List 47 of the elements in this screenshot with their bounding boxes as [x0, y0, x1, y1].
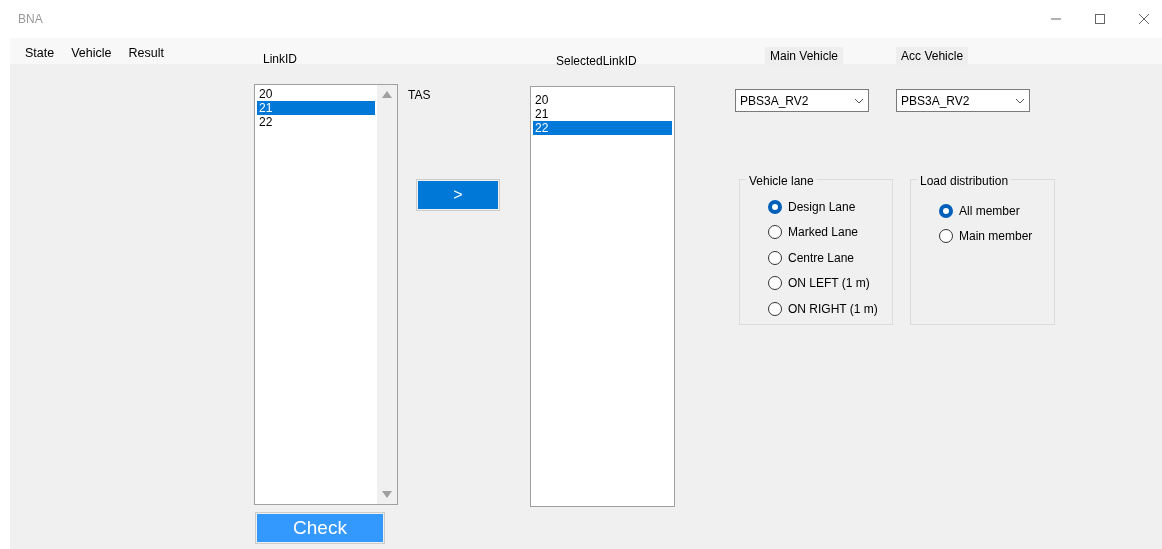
radio-option[interactable]: Main member — [939, 223, 1054, 249]
main-vehicle-dropdown[interactable]: PBS3A_RV2 — [735, 89, 869, 112]
dropdown-value: PBS3A_RV2 — [740, 92, 810, 110]
list-item[interactable]: 22 — [533, 121, 672, 135]
radio-label: Marked Lane — [788, 224, 859, 242]
radio-option[interactable]: Marked Lane — [768, 219, 892, 245]
chevron-down-icon[interactable] — [1015, 97, 1025, 104]
radio-label: ON LEFT (1 m) — [788, 275, 870, 293]
acc-vehicle-label: Acc Vehicle — [896, 47, 969, 65]
main-vehicle-label: Main Vehicle — [765, 47, 844, 65]
close-icon[interactable] — [1138, 13, 1150, 25]
radio-button[interactable] — [768, 225, 782, 240]
list-label: SelectedLinkID — [556, 53, 638, 70]
menu-item[interactable]: Result — [128, 44, 164, 63]
maximize-icon[interactable] — [1094, 13, 1106, 25]
radio-label: Design Lane — [788, 198, 856, 216]
list-item[interactable]: 20 — [533, 93, 672, 107]
radio-option[interactable]: All member — [939, 198, 1054, 224]
acc-vehicle-dropdown[interactable]: PBS3A_RV2 — [896, 89, 1030, 112]
radio-button[interactable] — [939, 203, 953, 218]
list-item[interactable]: 20 — [257, 87, 375, 101]
dropdown-value: PBS3A_RV2 — [901, 92, 971, 110]
radio-label: Centre Lane — [788, 249, 855, 267]
radio-option[interactable]: ON LEFT (1 m) — [768, 270, 892, 296]
radio-option[interactable]: Design Lane — [768, 194, 892, 220]
menu-item[interactable]: State — [25, 44, 55, 63]
list-item[interactable]: 21 — [257, 101, 375, 115]
chevron-down-icon[interactable] — [854, 97, 864, 104]
radio-button[interactable] — [768, 250, 782, 265]
radio-label: Main member — [959, 228, 1033, 246]
radio-option[interactable]: ON RIGHT (1 m) — [768, 296, 892, 322]
menu-item[interactable]: Vehicle — [71, 44, 112, 63]
radio-option[interactable]: Centre Lane — [768, 245, 892, 271]
radio-button[interactable] — [768, 276, 782, 291]
radio-button[interactable] — [768, 199, 782, 214]
list-item[interactable]: 21 — [533, 107, 672, 121]
link-id-listbox[interactable]: 20 21 22 — [254, 84, 398, 505]
radio-button[interactable] — [768, 301, 782, 316]
list-item[interactable]: 22 — [257, 115, 375, 129]
list-label: LinkID — [263, 51, 298, 68]
add-button[interactable]: > — [418, 181, 498, 209]
radio-button[interactable] — [939, 229, 953, 244]
radio-label: All member — [959, 202, 1020, 220]
radio-label: ON RIGHT (1 m) — [788, 300, 878, 318]
selected-link-listbox[interactable]: 20 21 22 — [530, 86, 675, 507]
window-title: BNA — [18, 11, 43, 28]
tas-label: TAS — [408, 87, 432, 104]
